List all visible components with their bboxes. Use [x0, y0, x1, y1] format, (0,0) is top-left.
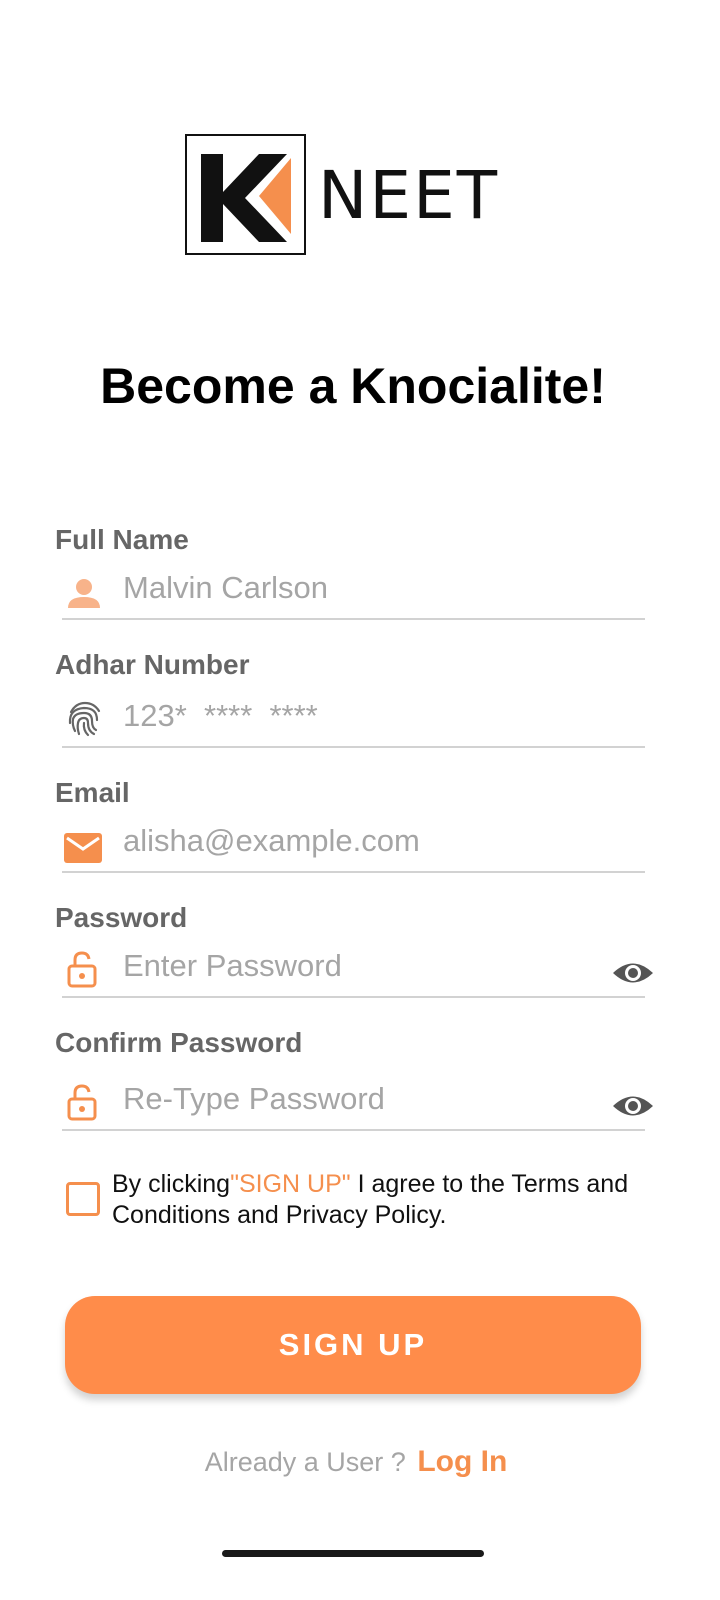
adhar-label: Adhar Number — [55, 649, 250, 680]
full-name-label: Full Name — [55, 524, 189, 555]
terms-prefix: By clicking — [112, 1170, 231, 1198]
log-in-link[interactable]: Log In — [417, 1445, 507, 1478]
terms-checkbox[interactable] — [66, 1182, 100, 1216]
password-input[interactable] — [123, 938, 623, 994]
terms-highlight: "SIGN UP" — [230, 1170, 351, 1198]
adhar-field[interactable] — [62, 688, 645, 748]
confirm-password-label: Confirm Password — [55, 1027, 303, 1058]
logo-wordmark: NEET — [318, 157, 500, 234]
mail-icon — [64, 833, 102, 863]
email-field[interactable] — [62, 813, 645, 873]
login-prompt: Already a User ? Log In — [0, 1442, 712, 1482]
password-label: Password — [55, 902, 188, 933]
page-title: Become a Knocialite! — [100, 358, 606, 414]
fingerprint-icon — [68, 701, 101, 737]
eye-icon[interactable] — [612, 1091, 654, 1121]
signup-screen: NEET Become a Knocialite! Full Name Adha… — [0, 0, 720, 1600]
password-field[interactable] — [62, 938, 653, 998]
adhar-input[interactable] — [123, 688, 623, 744]
lock-icon — [67, 951, 97, 988]
eye-icon[interactable] — [612, 958, 654, 988]
terms-text: By clicking"SIGN UP" I agree to the Term… — [112, 1169, 672, 1231]
email-label: Email — [55, 777, 130, 808]
home-indicator[interactable] — [222, 1550, 484, 1557]
logo-box — [185, 134, 306, 255]
confirm-password-input[interactable] — [123, 1071, 623, 1127]
sign-up-button[interactable]: SIGN UP — [65, 1296, 641, 1394]
logo-k-icon — [201, 154, 291, 242]
lock-icon — [67, 1084, 97, 1121]
kneet-logo: NEET — [185, 134, 525, 259]
person-icon — [68, 579, 100, 608]
already-user-text: Already a User ? — [204, 1447, 406, 1477]
full-name-field[interactable] — [62, 560, 645, 620]
confirm-password-field[interactable] — [62, 1071, 653, 1131]
full-name-input[interactable] — [123, 560, 623, 616]
email-input[interactable] — [123, 813, 623, 869]
